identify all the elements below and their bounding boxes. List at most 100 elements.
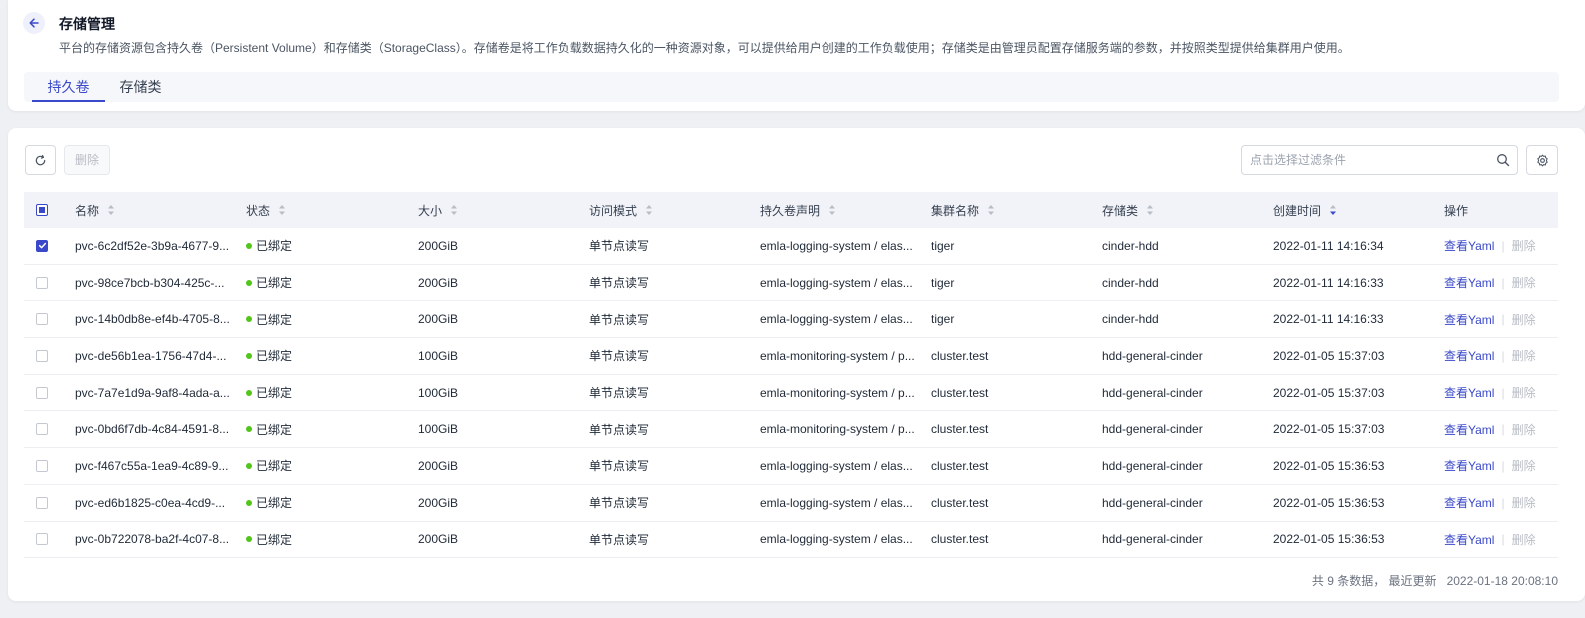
column-header-storage-class[interactable]: 存储类 <box>1102 192 1252 228</box>
column-header-access-mode[interactable]: 访问模式 <box>589 192 739 228</box>
storage-class-cell: cinder-hdd <box>1102 238 1159 253</box>
row-delete-link[interactable]: 删除 <box>1512 384 1536 401</box>
pvc-text: emla-monitoring-system / p... <box>760 385 915 400</box>
action-separator: | <box>1501 385 1505 400</box>
table-row[interactable]: pvc-7a7e1d9a-9af8-4ada-a... 已绑定 100GiB 单节点读… <box>24 375 1558 412</box>
row-checkbox[interactable] <box>36 459 48 472</box>
tab-storage-class[interactable]: 存储类 <box>113 72 168 102</box>
row-checkbox[interactable] <box>36 496 48 509</box>
status-cell: 已绑定 <box>246 448 396 484</box>
column-settings-button[interactable] <box>1526 145 1558 175</box>
row-delete-link[interactable]: 删除 <box>1512 457 1536 474</box>
table-row[interactable]: pvc-0bd6f7db-4c84-4591-8... 已绑定 100GiB 单节点读… <box>24 411 1558 449</box>
pvc-text: emla-logging-system / elas... <box>760 458 913 473</box>
row-delete-link[interactable]: 删除 <box>1512 274 1536 291</box>
actions-cell: 查看Yaml | 删除 <box>1444 228 1558 264</box>
tab-persistent-volume[interactable]: 持久卷 <box>32 72 105 102</box>
check-icon <box>38 243 46 249</box>
table-row[interactable]: pvc-98ce7bcb-b304-425c-... 已绑定 200GiB 单节点读写… <box>24 265 1558 302</box>
table-row[interactable]: pvc-0b722078-ba2f-4c07-8... 已绑定 200GiB 单节点读… <box>24 522 1558 559</box>
column-header-created-time[interactable]: 创建时间 <box>1273 192 1433 228</box>
actions-cell: 查看Yaml | 删除 <box>1444 411 1558 447</box>
cluster-cell: cluster.test <box>931 422 989 437</box>
created-time-cell: 2022-01-11 14:16:33 <box>1273 312 1384 327</box>
pvc-text: emla-logging-system / elas... <box>760 532 913 547</box>
created-time-cell: 2022-01-05 15:37:03 <box>1273 385 1385 400</box>
view-yaml-link[interactable]: 查看Yaml <box>1444 274 1494 291</box>
filter-input[interactable] <box>1250 146 1490 174</box>
pvc-cell: emla-logging-system / elas... <box>760 265 916 301</box>
delete-button[interactable]: 删除 <box>64 145 110 175</box>
table-row[interactable]: pvc-f467c55a-1ea9-4c89-9... 已绑定 200GiB 单节点读… <box>24 448 1558 485</box>
row-checkbox[interactable] <box>36 276 48 289</box>
volume-name: pvc-7a7e1d9a-9af8-4ada-a... <box>75 375 235 411</box>
row-checkbox[interactable] <box>36 313 48 326</box>
row-delete-link[interactable]: 删除 <box>1512 347 1536 364</box>
row-delete-link[interactable]: 删除 <box>1512 494 1536 511</box>
view-yaml-link[interactable]: 查看Yaml <box>1444 457 1494 474</box>
access-mode-cell: 单节点读写 <box>589 532 650 547</box>
row-delete-link[interactable]: 删除 <box>1512 237 1536 254</box>
status-dot-icon <box>246 279 252 286</box>
action-separator: | <box>1501 275 1505 290</box>
row-checkbox[interactable] <box>36 239 48 252</box>
pvc-text: emla-logging-system / elas... <box>760 312 913 327</box>
cluster-cell: tiger <box>931 238 955 253</box>
row-delete-link[interactable]: 删除 <box>1512 421 1536 438</box>
size-cell: 200GiB <box>418 275 459 290</box>
column-header-cluster[interactable]: 集群名称 <box>931 192 1081 228</box>
volume-name-text: pvc-0b722078-ba2f-4c07-8... <box>75 532 230 547</box>
column-header-pvc[interactable]: 持久卷声明 <box>760 192 916 228</box>
created-time-cell: 2022-01-05 15:36:53 <box>1273 495 1385 510</box>
view-yaml-link[interactable]: 查看Yaml <box>1444 494 1494 511</box>
row-checkbox[interactable] <box>36 349 48 362</box>
view-yaml-link[interactable]: 查看Yaml <box>1444 237 1494 254</box>
action-separator: | <box>1501 495 1505 510</box>
column-header-status[interactable]: 状态 <box>246 192 396 228</box>
pvc-cell: emla-monitoring-system / p... <box>760 338 916 374</box>
table-row[interactable]: pvc-6c2df52e-3b9a-4677-9... 已绑定 200GiB 单节点读… <box>24 228 1558 265</box>
column-label: 大小 <box>418 203 443 218</box>
view-yaml-link[interactable]: 查看Yaml <box>1444 311 1494 328</box>
status-dot-icon <box>246 352 252 359</box>
select-all-checkbox[interactable] <box>36 204 48 216</box>
row-delete-link[interactable]: 删除 <box>1512 531 1536 548</box>
storage-class-cell: cinder-hdd <box>1102 312 1159 327</box>
cluster-cell: cluster.test <box>931 385 989 400</box>
status-cell: 已绑定 <box>246 301 396 337</box>
actions-cell: 查看Yaml | 删除 <box>1444 338 1558 374</box>
column-header-size[interactable]: 大小 <box>418 192 568 228</box>
storage-class-cell: hdd-general-cinder <box>1102 422 1203 437</box>
cluster-cell: tiger <box>931 312 955 327</box>
row-checkbox[interactable] <box>36 533 48 546</box>
status-cell: 已绑定 <box>246 522 396 558</box>
table-row[interactable]: pvc-14b0db8e-ef4b-4705-8... 已绑定 200GiB 单节点读… <box>24 301 1558 339</box>
pvc-cell: emla-logging-system / elas... <box>760 448 916 484</box>
search-icon[interactable] <box>1496 153 1510 167</box>
view-yaml-link[interactable]: 查看Yaml <box>1444 347 1494 364</box>
filter-box[interactable] <box>1241 145 1518 175</box>
row-delete-link[interactable]: 删除 <box>1512 311 1536 328</box>
volume-name-text: pvc-6c2df52e-3b9a-4677-9... <box>75 238 230 253</box>
actions-cell: 查看Yaml | 删除 <box>1444 265 1558 301</box>
row-checkbox[interactable] <box>36 386 48 399</box>
column-header-name[interactable]: 名称 <box>75 192 235 228</box>
pvc-text: emla-logging-system / elas... <box>760 238 913 253</box>
created-time-cell: 2022-01-05 15:36:53 <box>1273 532 1385 547</box>
back-button[interactable] <box>23 12 45 34</box>
view-yaml-link[interactable]: 查看Yaml <box>1444 384 1494 401</box>
view-yaml-link[interactable]: 查看Yaml <box>1444 421 1494 438</box>
table-row[interactable]: pvc-ed6b1825-c0ea-4cd9-... 已绑定 200GiB 单节点读写… <box>24 485 1558 522</box>
table-row[interactable]: pvc-de56b1ea-1756-47d4-... 已绑定 100GiB 单节点读写… <box>24 338 1558 375</box>
access-mode-cell: 单节点读写 <box>589 496 650 511</box>
status-cell: 已绑定 <box>246 411 396 447</box>
volume-name-text: pvc-de56b1ea-1756-47d4-... <box>75 348 227 363</box>
action-separator: | <box>1501 422 1505 437</box>
refresh-button[interactable] <box>25 145 56 175</box>
access-mode-cell: 单节点读写 <box>589 312 650 327</box>
status-cell: 已绑定 <box>246 228 396 264</box>
view-yaml-link[interactable]: 查看Yaml <box>1444 531 1494 548</box>
row-checkbox[interactable] <box>36 423 48 436</box>
column-label: 集群名称 <box>931 203 980 218</box>
table-body: pvc-6c2df52e-3b9a-4677-9... 已绑定 200GiB 单节点读… <box>24 228 1558 559</box>
